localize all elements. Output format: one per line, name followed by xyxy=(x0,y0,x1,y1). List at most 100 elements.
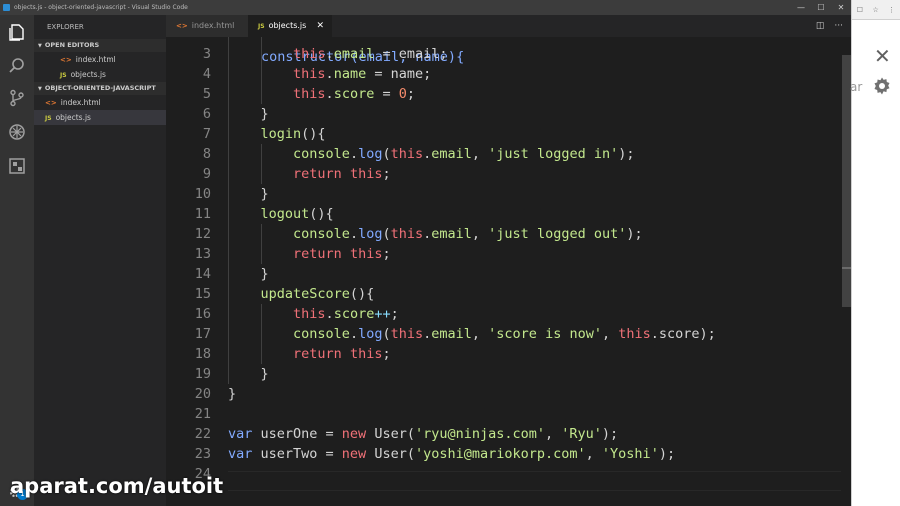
html-file-icon: <> xyxy=(60,56,72,64)
code-token: console xyxy=(293,226,350,242)
tab-index-html[interactable]: <> index.html xyxy=(166,15,248,37)
code-token: return xyxy=(293,246,342,262)
code-token: } xyxy=(260,186,269,202)
explorer-sidebar: EXPLORER ▼ OPEN EDITORS <> index.html JS ob… xyxy=(34,15,166,506)
minimize-button[interactable]: — xyxy=(791,0,811,15)
more-actions-icon[interactable]: ··· xyxy=(834,15,843,37)
debug-icon[interactable] xyxy=(8,123,26,141)
maximize-button[interactable]: ☐ xyxy=(811,0,831,15)
line-number: 16 xyxy=(194,306,211,322)
code-token: updateScore xyxy=(260,286,350,302)
code-token: this xyxy=(349,246,383,262)
code-editor[interactable]: constructor(email, name){ 3 this.email = … xyxy=(166,37,841,506)
close-tab-icon[interactable]: ✕ xyxy=(316,15,324,37)
code-token: ; xyxy=(390,306,399,322)
line-code: this.name = name; xyxy=(293,64,431,84)
line-code: var userOne = new User('ryu@ninjas.com',… xyxy=(228,424,618,444)
code-token: . xyxy=(325,306,334,322)
explorer-title: EXPLORER xyxy=(47,23,84,31)
file-item-index-html[interactable]: <> index.html xyxy=(34,95,166,110)
js-file-icon: JS xyxy=(60,72,67,79)
code-token: this xyxy=(293,46,326,62)
explorer-files-icon[interactable] xyxy=(8,23,26,41)
code-token: .score); xyxy=(650,326,716,342)
source-control-icon[interactable] xyxy=(8,89,26,107)
file-item-objects-js[interactable]: JS objects.js xyxy=(34,110,166,125)
code-token: (){ xyxy=(301,126,326,142)
code-token: name xyxy=(333,66,367,82)
html-file-icon: <> xyxy=(176,22,188,30)
code-token: ++ xyxy=(374,306,391,322)
line-code: this.email = email; xyxy=(293,44,447,64)
code-line: 19} xyxy=(166,364,841,384)
open-editors-section[interactable]: ▼ OPEN EDITORS xyxy=(34,39,166,52)
code-token: email xyxy=(431,226,472,242)
gear-icon[interactable] xyxy=(872,76,892,96)
code-token: console xyxy=(293,146,350,162)
code-token: this xyxy=(349,166,383,182)
line-number: 9 xyxy=(202,166,211,182)
close-panel-icon[interactable]: ✕ xyxy=(874,44,891,68)
code-token: userTwo = xyxy=(252,446,342,462)
star-icon[interactable]: ☆ xyxy=(872,6,878,14)
line-number: 10 xyxy=(194,186,211,202)
code-token: this xyxy=(349,346,383,362)
line-number: 4 xyxy=(202,66,211,82)
file-name: objects.js xyxy=(55,113,91,122)
extensions-icon[interactable] xyxy=(8,157,26,175)
code-token: ); xyxy=(618,146,635,162)
code-token: ( xyxy=(382,146,391,162)
code-token: ); xyxy=(658,446,676,462)
code-token: var xyxy=(228,446,253,462)
editor-scrollbar[interactable] xyxy=(841,37,851,506)
tab-objects-js[interactable]: JS objects.js ✕ xyxy=(248,15,332,37)
line-number: 6 xyxy=(202,106,211,122)
code-token: ); xyxy=(626,226,643,242)
code-token: ( xyxy=(382,226,391,242)
code-token: new xyxy=(341,426,367,442)
line-number: 22 xyxy=(194,426,211,442)
code-token: return xyxy=(293,346,342,362)
code-token: email xyxy=(431,146,472,162)
window-button-icon[interactable]: ☐ xyxy=(857,6,863,14)
file-name: objects.js xyxy=(70,70,106,79)
search-icon[interactable] xyxy=(8,57,26,75)
code-token: logout xyxy=(260,206,310,222)
code-token: email xyxy=(431,326,472,342)
code-line: 8 console.log(this.email, 'just logged in… xyxy=(166,144,841,164)
code-line: 7 login(){ xyxy=(166,124,841,144)
line-code: return this; xyxy=(293,164,391,184)
code-line: 22 var userOne = new User('ryu@ninjas.com… xyxy=(166,424,841,444)
line-code: console.log(this.email, 'score is now', … xyxy=(293,324,716,344)
line-code: } xyxy=(261,264,269,284)
project-section[interactable]: ▼ OBJECT-ORIENTED-JAVASCRIPT xyxy=(34,82,166,95)
code-token: this xyxy=(390,146,424,162)
line-code: logout(){ xyxy=(261,204,334,224)
line-number: 8 xyxy=(202,146,211,162)
code-token: , xyxy=(585,446,602,462)
code-token: ; xyxy=(382,166,391,182)
code-token: new xyxy=(341,446,367,462)
code-token: console xyxy=(293,326,350,342)
close-window-button[interactable]: ✕ xyxy=(831,0,851,15)
browser-side-panel: ☐ ☆ ⋮ ✕ ar xyxy=(850,0,900,506)
code-token: this xyxy=(390,326,424,342)
menu-icon[interactable]: ⋮ xyxy=(888,6,895,14)
code-line: 5 this.score = 0; xyxy=(166,84,841,104)
code-token: (){ xyxy=(349,286,375,302)
activity-bar xyxy=(0,15,34,506)
split-editor-icon[interactable]: ◫ xyxy=(816,15,825,37)
code-line: 15 updateScore(){ xyxy=(166,284,841,304)
code-token: , xyxy=(545,426,562,442)
code-token: , xyxy=(471,146,489,162)
line-code: } xyxy=(261,184,269,204)
open-editor-item-index-html[interactable]: <> index.html xyxy=(34,52,166,67)
code-token: . xyxy=(325,66,334,82)
chevron-down-icon: ▼ xyxy=(38,43,42,49)
code-token: . xyxy=(349,226,359,242)
open-editor-item-objects-js[interactable]: JS objects.js xyxy=(34,67,166,82)
code-token: log xyxy=(358,226,383,242)
code-token: login xyxy=(260,126,302,142)
line-number: 11 xyxy=(194,206,211,222)
